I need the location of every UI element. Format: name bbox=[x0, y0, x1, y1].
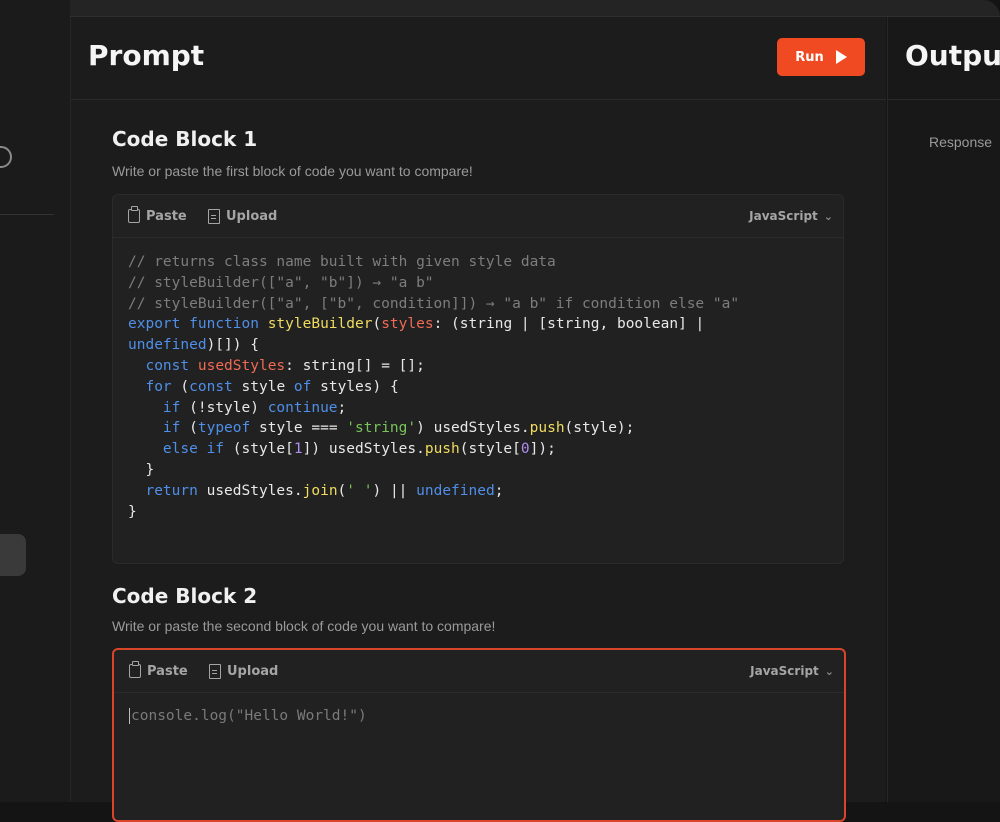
language-value: JavaScript bbox=[749, 209, 818, 223]
language-select[interactable]: JavaScript ⌄ bbox=[749, 206, 833, 226]
upload-button[interactable]: Upload bbox=[208, 206, 277, 226]
clipboard-icon bbox=[129, 661, 141, 678]
response-label: Response bbox=[929, 134, 993, 150]
play-icon bbox=[835, 50, 847, 64]
output-title: Output bbox=[905, 39, 1000, 72]
output-header: Output bbox=[888, 17, 1000, 100]
code-editor-2[interactable]: console.log("Hello World!") bbox=[129, 708, 367, 724]
upload-label: Upload bbox=[227, 663, 279, 679]
code-block-2-toolbar: Paste Upload JavaScript ⌄ bbox=[114, 650, 844, 693]
chevron-down-icon: ⌄ bbox=[824, 664, 834, 678]
run-button-label: Run bbox=[795, 49, 824, 65]
paste-label: Paste bbox=[147, 663, 188, 679]
prompt-header: Prompt Run bbox=[71, 17, 886, 100]
code-block-2-description: Write or paste the second block of code … bbox=[112, 618, 496, 634]
sidebar-divider bbox=[0, 214, 54, 215]
code-block-2-card: Paste Upload JavaScript ⌄ console.log("H… bbox=[112, 648, 846, 822]
left-sidebar: › bbox=[0, 0, 71, 802]
text-caret bbox=[129, 708, 130, 724]
paste-label: Paste bbox=[146, 208, 187, 224]
code-block-1-toolbar: Paste Upload JavaScript ⌄ bbox=[113, 195, 843, 238]
code-block-1-description: Write or paste the first block of code y… bbox=[112, 163, 473, 179]
run-button[interactable]: Run bbox=[777, 38, 865, 76]
output-panel: Output Response bbox=[887, 17, 1000, 802]
file-icon bbox=[209, 663, 221, 679]
upload-label: Upload bbox=[226, 208, 278, 224]
chevron-down-icon: ⌄ bbox=[823, 209, 833, 223]
code-block-1-title: Code Block 1 bbox=[112, 127, 258, 151]
prompt-title: Prompt bbox=[88, 39, 205, 72]
code-block-2-title: Code Block 2 bbox=[112, 584, 258, 608]
upload-button[interactable]: Upload bbox=[209, 661, 278, 681]
top-bar bbox=[70, 0, 1000, 17]
chevron-right-icon[interactable]: › bbox=[0, 234, 6, 246]
prompt-panel: Prompt Run Code Block 1 Write or paste t… bbox=[71, 17, 886, 822]
paste-button[interactable]: Paste bbox=[129, 661, 188, 681]
paste-button[interactable]: Paste bbox=[128, 206, 187, 226]
code-editor-1[interactable]: // returns class name built with given s… bbox=[128, 252, 833, 522]
language-select[interactable]: JavaScript ⌄ bbox=[750, 661, 834, 681]
clipboard-icon bbox=[128, 206, 140, 223]
sidebar-selected-item[interactable] bbox=[0, 534, 26, 576]
file-icon bbox=[208, 208, 220, 224]
code-editor-2-placeholder: console.log("Hello World!") bbox=[131, 708, 367, 724]
language-value: JavaScript bbox=[750, 664, 819, 678]
circle-icon[interactable] bbox=[0, 146, 12, 168]
code-block-1-card: Paste Upload JavaScript ⌄ // returns cla… bbox=[112, 194, 844, 564]
